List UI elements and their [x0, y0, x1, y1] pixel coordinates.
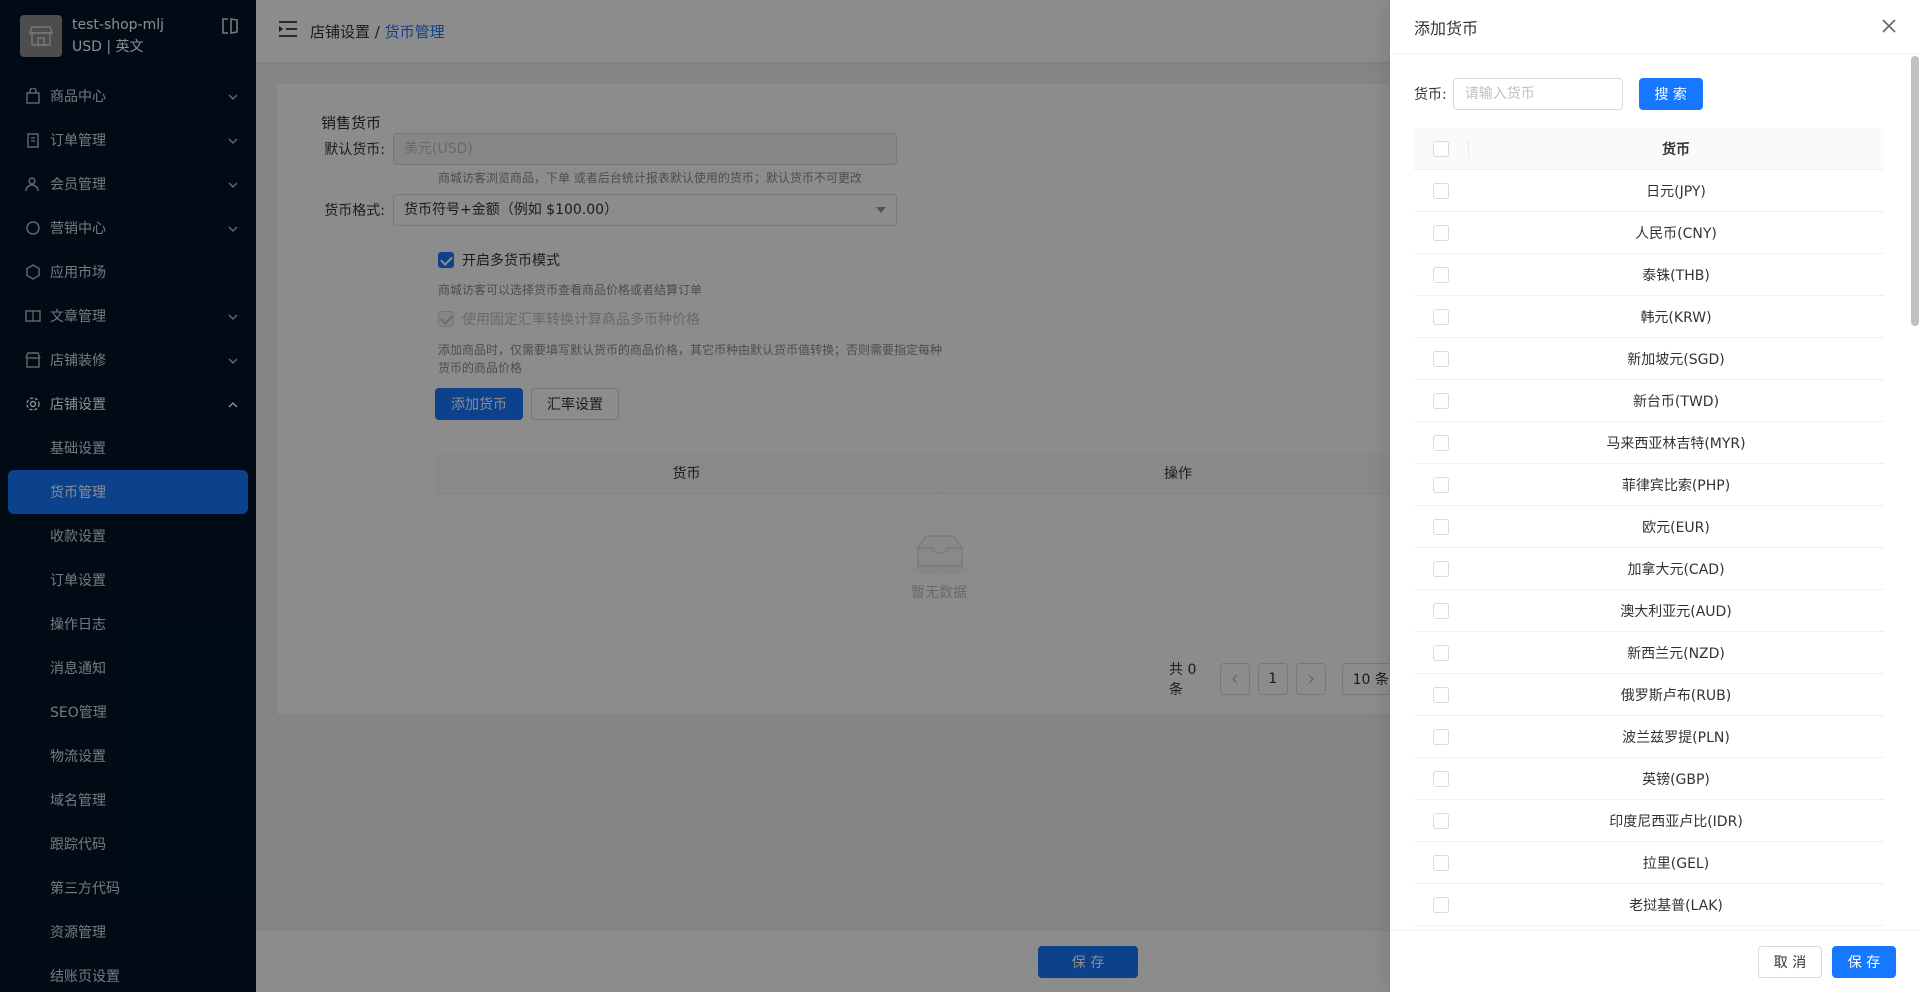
- row-checkbox[interactable]: [1433, 266, 1449, 283]
- row-checkbox[interactable]: [1433, 308, 1449, 325]
- row-checkbox[interactable]: [1433, 392, 1449, 409]
- row-checkbox[interactable]: [1433, 560, 1449, 577]
- currency-name: 泰铢(THB): [1642, 267, 1710, 284]
- currency-name: 新加坡元(SGD): [1627, 351, 1725, 368]
- currency-name: 新台币(TWD): [1632, 393, 1720, 410]
- currency-name: 波兰兹罗提(PLN): [1622, 729, 1730, 746]
- row-checkbox[interactable]: [1433, 224, 1449, 241]
- currency-name: 老挝基普(LAK): [1629, 897, 1723, 914]
- currency-name: 欧元(EUR): [1642, 519, 1710, 536]
- table-row[interactable]: 英镑(GBP): [1414, 758, 1884, 800]
- table-row[interactable]: 泰铢(THB): [1414, 254, 1884, 296]
- row-checkbox[interactable]: [1433, 518, 1449, 535]
- cancel-button[interactable]: 取 消: [1758, 946, 1822, 978]
- drawer-save-button[interactable]: 保 存: [1832, 946, 1896, 978]
- select-all-checkbox[interactable]: [1433, 140, 1449, 157]
- currency-search-input[interactable]: [1452, 78, 1623, 110]
- drawer-header: 添加货币: [1390, 0, 1920, 54]
- row-checkbox[interactable]: [1433, 182, 1449, 199]
- table-row[interactable]: 韩元(KRW): [1414, 296, 1884, 338]
- table-row[interactable]: 拉里(GEL): [1414, 842, 1884, 884]
- drawer-footer: 取 消 保 存: [1390, 930, 1920, 992]
- table-row[interactable]: 新西兰元(NZD): [1414, 632, 1884, 674]
- table-row[interactable]: 人民币(CNY): [1414, 212, 1884, 254]
- search-button[interactable]: 搜 索: [1638, 78, 1703, 110]
- table-row[interactable]: 新加坡元(SGD): [1414, 338, 1884, 380]
- currency-select-table: 货币 日元(JPY) 人民币(CNY) 泰铢(THB) 韩元(KRW) 新加坡元(SGD…: [1414, 128, 1884, 926]
- col-currency: 货币: [1662, 141, 1690, 158]
- table-row[interactable]: 马来西亚林吉特(MYR): [1414, 422, 1884, 464]
- row-checkbox[interactable]: [1433, 434, 1449, 451]
- add-currency-drawer: 添加货币 货币: 搜 索 货币 日元(JPY) 人民币(CNY) 泰铢(THB) 韩元…: [1390, 0, 1920, 992]
- currency-name: 印度尼西亚卢比(IDR): [1609, 813, 1743, 830]
- row-checkbox[interactable]: [1433, 896, 1449, 913]
- currency-name: 人民币(CNY): [1635, 225, 1717, 242]
- row-checkbox[interactable]: [1433, 350, 1449, 367]
- drawer-scrollbar[interactable]: [1911, 56, 1919, 326]
- currency-name: 菲律宾比索(PHP): [1621, 477, 1731, 494]
- currency-name: 马来西亚林吉特(MYR): [1606, 435, 1746, 452]
- table-row[interactable]: 加拿大元(CAD): [1414, 548, 1884, 590]
- row-checkbox[interactable]: [1433, 812, 1449, 829]
- currency-name: 俄罗斯卢布(RUB): [1620, 687, 1732, 704]
- table-row[interactable]: 菲律宾比索(PHP): [1414, 464, 1884, 506]
- table-row[interactable]: 老挝基普(LAK): [1414, 884, 1884, 926]
- search-label: 货币:: [1414, 87, 1447, 103]
- drawer-table-body: 日元(JPY) 人民币(CNY) 泰铢(THB) 韩元(KRW) 新加坡元(SGD) 新台…: [1414, 170, 1884, 926]
- row-checkbox[interactable]: [1433, 854, 1449, 871]
- table-row[interactable]: 波兰兹罗提(PLN): [1414, 716, 1884, 758]
- table-row[interactable]: 澳大利亚元(AUD): [1414, 590, 1884, 632]
- currency-name: 日元(JPY): [1646, 183, 1706, 200]
- table-row[interactable]: 欧元(EUR): [1414, 506, 1884, 548]
- currency-name: 加拿大元(CAD): [1627, 561, 1725, 578]
- table-row[interactable]: 新台币(TWD): [1414, 380, 1884, 422]
- drawer-search-row: 货币: 搜 索: [1414, 78, 1703, 110]
- currency-name: 韩元(KRW): [1640, 309, 1712, 326]
- currency-name: 澳大利亚元(AUD): [1620, 603, 1732, 620]
- row-checkbox[interactable]: [1433, 602, 1449, 619]
- row-checkbox[interactable]: [1433, 686, 1449, 703]
- drawer-title: 添加货币: [1414, 18, 1479, 38]
- row-checkbox[interactable]: [1433, 770, 1449, 787]
- drawer-table-header: 货币: [1414, 128, 1884, 170]
- row-checkbox[interactable]: [1433, 476, 1449, 493]
- close-icon[interactable]: [1880, 17, 1898, 35]
- currency-name: 英镑(GBP): [1642, 771, 1710, 788]
- currency-name: 新西兰元(NZD): [1627, 645, 1725, 662]
- currency-name: 拉里(GEL): [1642, 855, 1710, 872]
- table-row[interactable]: 日元(JPY): [1414, 170, 1884, 212]
- row-checkbox[interactable]: [1433, 644, 1449, 661]
- table-row[interactable]: 印度尼西亚卢比(IDR): [1414, 800, 1884, 842]
- row-checkbox[interactable]: [1433, 728, 1449, 745]
- table-row[interactable]: 俄罗斯卢布(RUB): [1414, 674, 1884, 716]
